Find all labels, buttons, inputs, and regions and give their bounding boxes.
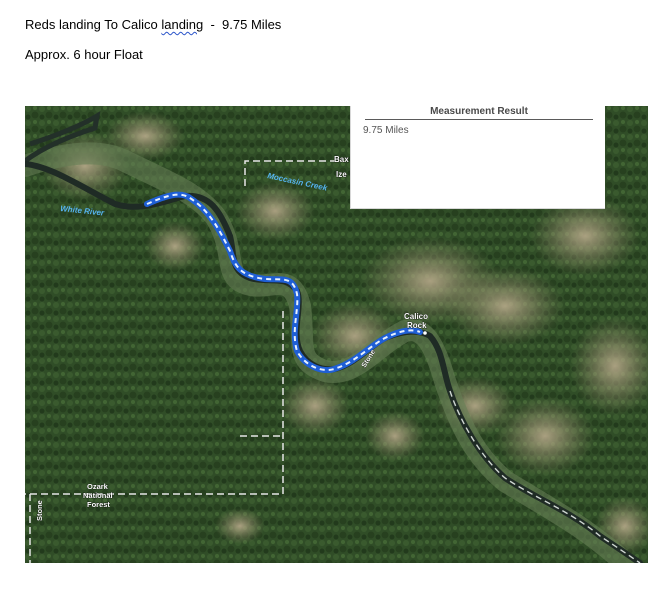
misspelled-word[interactable]: landing — [161, 17, 203, 32]
calico-rock-marker-icon — [423, 331, 427, 335]
calico-rock-label-line1: Calico — [404, 312, 428, 321]
float-duration-text: Approx. 6 hour Float — [25, 47, 143, 62]
document-title-line: Reds landing To Calico landing - 9.75 Mi… — [25, 17, 281, 32]
title-suffix: - 9.75 Miles — [203, 17, 282, 32]
ozark-forest-label-line2: National — [83, 491, 113, 500]
title-prefix: Reds landing To Calico — [25, 17, 162, 32]
ozark-forest-label-line3: Forest — [87, 500, 110, 509]
calico-rock-label-line2: Rock — [407, 321, 427, 330]
measurement-result-panel: Measurement Result 9.75 Miles — [350, 106, 605, 209]
measurement-result-value: 9.75 Miles — [363, 125, 409, 136]
baxter-county-label: Bax — [334, 155, 349, 164]
ozark-forest-label-line1: Ozark — [87, 482, 109, 491]
izard-county-label: Ize — [336, 170, 347, 179]
measurement-result-title: Measurement Result — [365, 106, 593, 120]
stone-county-label: Stone — [35, 500, 44, 521]
